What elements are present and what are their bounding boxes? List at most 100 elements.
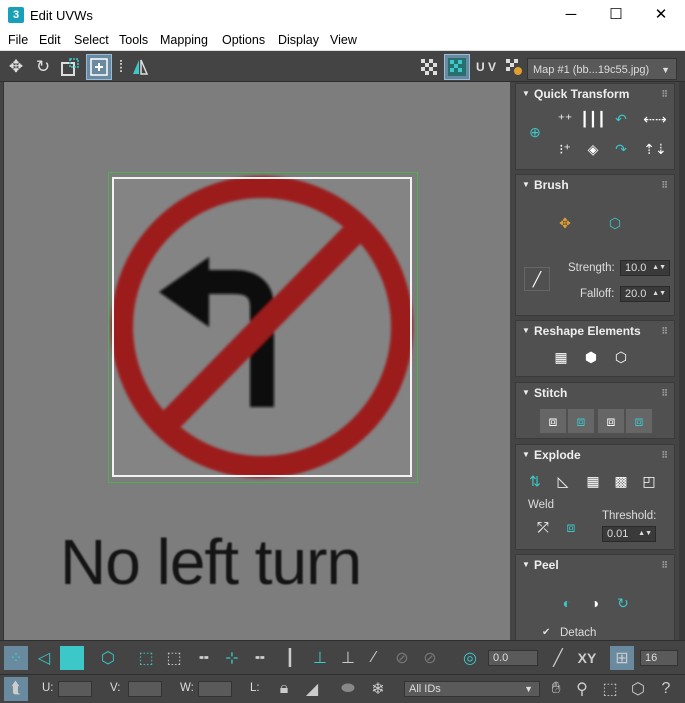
- rollout-header[interactable]: ▼ Stitch ⠿: [516, 383, 674, 403]
- relax-icon[interactable]: ⬢: [578, 345, 604, 369]
- transform-mode-icon[interactable]: ⮬: [4, 677, 28, 701]
- menu-mapping[interactable]: Mapping: [160, 33, 208, 47]
- threshold-spinner[interactable]: 0.01 ▲▼: [602, 526, 656, 542]
- menu-file[interactable]: File: [8, 33, 28, 47]
- stitch-custom-icon[interactable]: ⧈: [540, 409, 566, 433]
- relax-settings-icon[interactable]: ⬡: [608, 345, 634, 369]
- rollout-header[interactable]: ▼ Peel ⠿: [516, 555, 674, 575]
- menu-select[interactable]: Select: [74, 33, 109, 47]
- space-vertical-icon[interactable]: ┃┃┃: [580, 107, 606, 131]
- menu-edit[interactable]: Edit: [39, 33, 61, 47]
- soft-select-icon[interactable]: ⊘: [390, 646, 414, 670]
- strength-spinner[interactable]: 10.0 ▲▼: [620, 260, 670, 276]
- xy-toggle[interactable]: XY: [572, 646, 602, 670]
- rotate-ccw-icon[interactable]: ↶: [608, 107, 634, 131]
- rollout-header[interactable]: ▼ Explode ⠿: [516, 445, 674, 465]
- rollout-header[interactable]: ▼ Quick Transform ⠿: [516, 84, 674, 104]
- explode-options-icon[interactable]: ◰: [636, 469, 662, 493]
- weld-target-icon[interactable]: ⧈: [558, 515, 584, 539]
- rotate-icon[interactable]: ↻: [31, 55, 55, 79]
- help-icon[interactable]: ?: [654, 677, 678, 701]
- weld-label: Weld: [528, 499, 554, 511]
- move-icon[interactable]: ✥: [4, 55, 28, 79]
- minimize-button[interactable]: ─: [548, 0, 594, 30]
- uv-face[interactable]: [112, 177, 412, 477]
- u-field[interactable]: [58, 681, 92, 697]
- loop-select-icon[interactable]: ╍: [192, 646, 216, 670]
- quick-peel-icon[interactable]: ◐: [554, 591, 580, 615]
- split-icon[interactable]: ▦: [580, 469, 606, 493]
- peel-mode-icon[interactable]: ◑: [582, 591, 608, 615]
- edge-select-icon[interactable]: ⊥: [336, 646, 360, 670]
- freeze-icon[interactable]: ❄: [366, 677, 390, 701]
- edge-mode-icon[interactable]: ◁: [32, 646, 56, 670]
- flip-vertical-icon[interactable]: ⇡⇣: [642, 137, 668, 161]
- menu-view[interactable]: View: [330, 33, 357, 47]
- ring-grow-icon[interactable]: ┃: [278, 646, 302, 670]
- snap-grid-icon[interactable]: ⊞: [610, 646, 634, 670]
- weld-selected-icon[interactable]: ⤱: [530, 515, 556, 539]
- brush-move-icon[interactable]: ✥: [552, 211, 578, 235]
- rollout-header[interactable]: ▼ Brush ⠿: [516, 175, 674, 195]
- mirror-icon[interactable]: [128, 55, 152, 79]
- menu-options[interactable]: Options: [222, 33, 265, 47]
- align-horizontal-icon[interactable]: ⁺⁺: [552, 107, 578, 131]
- line-tool-icon[interactable]: ╱: [546, 646, 570, 670]
- rollout-header[interactable]: ▼ Reshape Elements ⠿: [516, 321, 674, 341]
- w-field[interactable]: [198, 681, 232, 697]
- stitch-target-icon[interactable]: ⧈: [568, 409, 594, 433]
- shrink-select-icon[interactable]: ⬚: [162, 646, 186, 670]
- polygon-mode-icon[interactable]: [60, 646, 84, 670]
- grow-select-icon[interactable]: ⬚: [134, 646, 158, 670]
- l-label: L:: [250, 682, 260, 694]
- zoom-region-icon[interactable]: ⬚: [598, 677, 622, 701]
- brush-falloff-icon[interactable]: ╱: [524, 267, 550, 291]
- align-vertical-icon[interactable]: ⁝⁺: [552, 137, 578, 161]
- scale-icon[interactable]: [58, 55, 82, 79]
- pivot-icon[interactable]: ⊕: [522, 120, 548, 144]
- angle-spinner[interactable]: 0.0: [488, 650, 538, 666]
- detach-checkbox[interactable]: ✔: [542, 627, 550, 638]
- freeform-icon[interactable]: [86, 54, 112, 80]
- element-mode-icon[interactable]: ⬡: [96, 646, 120, 670]
- point-to-point-icon[interactable]: ⊥: [308, 646, 332, 670]
- panel-scrollbar[interactable]: [679, 82, 685, 640]
- paint-select-icon[interactable]: ⁄: [362, 646, 386, 670]
- zoom-icon[interactable]: ⚲: [570, 677, 594, 701]
- space-horizontal-icon[interactable]: ◈: [580, 137, 606, 161]
- count-spinner[interactable]: 16: [640, 650, 678, 666]
- stitch-source-icon[interactable]: ⧈: [626, 409, 652, 433]
- lock-icon[interactable]: 🔒︎: [272, 677, 296, 701]
- menu-tools[interactable]: Tools: [119, 33, 148, 47]
- loop-grow-icon[interactable]: ⊹: [220, 646, 244, 670]
- vertex-mode-icon[interactable]: ⁘: [4, 646, 28, 670]
- zoom-extents-icon[interactable]: ⬡: [626, 677, 650, 701]
- uv-editor-viewport[interactable]: No left turn: [3, 82, 510, 640]
- map-options-icon[interactable]: [502, 55, 526, 79]
- menu-display[interactable]: Display: [278, 33, 319, 47]
- falloff-spinner[interactable]: 20.0 ▲▼: [620, 286, 670, 302]
- checker-icon[interactable]: [417, 55, 441, 79]
- close-button[interactable]: ✕: [638, 0, 684, 30]
- map-select[interactable]: Map #1 (bb...19c55.jpg) ▼: [527, 58, 677, 80]
- flip-horizontal-icon[interactable]: ⇠⇢: [642, 107, 668, 131]
- maximize-button[interactable]: ☐: [593, 0, 639, 30]
- show-map-icon[interactable]: [444, 54, 470, 80]
- break-icon[interactable]: ⇅: [522, 469, 548, 493]
- pan-icon[interactable]: ✋︎: [544, 677, 568, 701]
- show-hidden-icon[interactable]: ◢: [300, 677, 324, 701]
- ids-select[interactable]: All IDs ▼: [404, 681, 540, 697]
- detach-edge-icon[interactable]: ◺: [550, 469, 576, 493]
- rotate-angle-icon[interactable]: ◎: [458, 646, 482, 670]
- hide-icon[interactable]: ⬬: [336, 677, 360, 701]
- uv-toggle[interactable]: U V: [472, 55, 500, 79]
- flatten-icon[interactable]: ▩: [608, 469, 634, 493]
- reset-peel-icon[interactable]: ↻: [610, 591, 636, 615]
- stitch-average-icon[interactable]: ⧈: [598, 409, 624, 433]
- straighten-icon[interactable]: ▦: [548, 345, 574, 369]
- ring-select-icon[interactable]: ╍: [248, 646, 272, 670]
- rotate-cw-icon[interactable]: ↷: [608, 137, 634, 161]
- v-field[interactable]: [128, 681, 162, 697]
- brush-relax-icon[interactable]: ⬡: [602, 211, 628, 235]
- soft-select-options-icon[interactable]: ⊘: [418, 646, 442, 670]
